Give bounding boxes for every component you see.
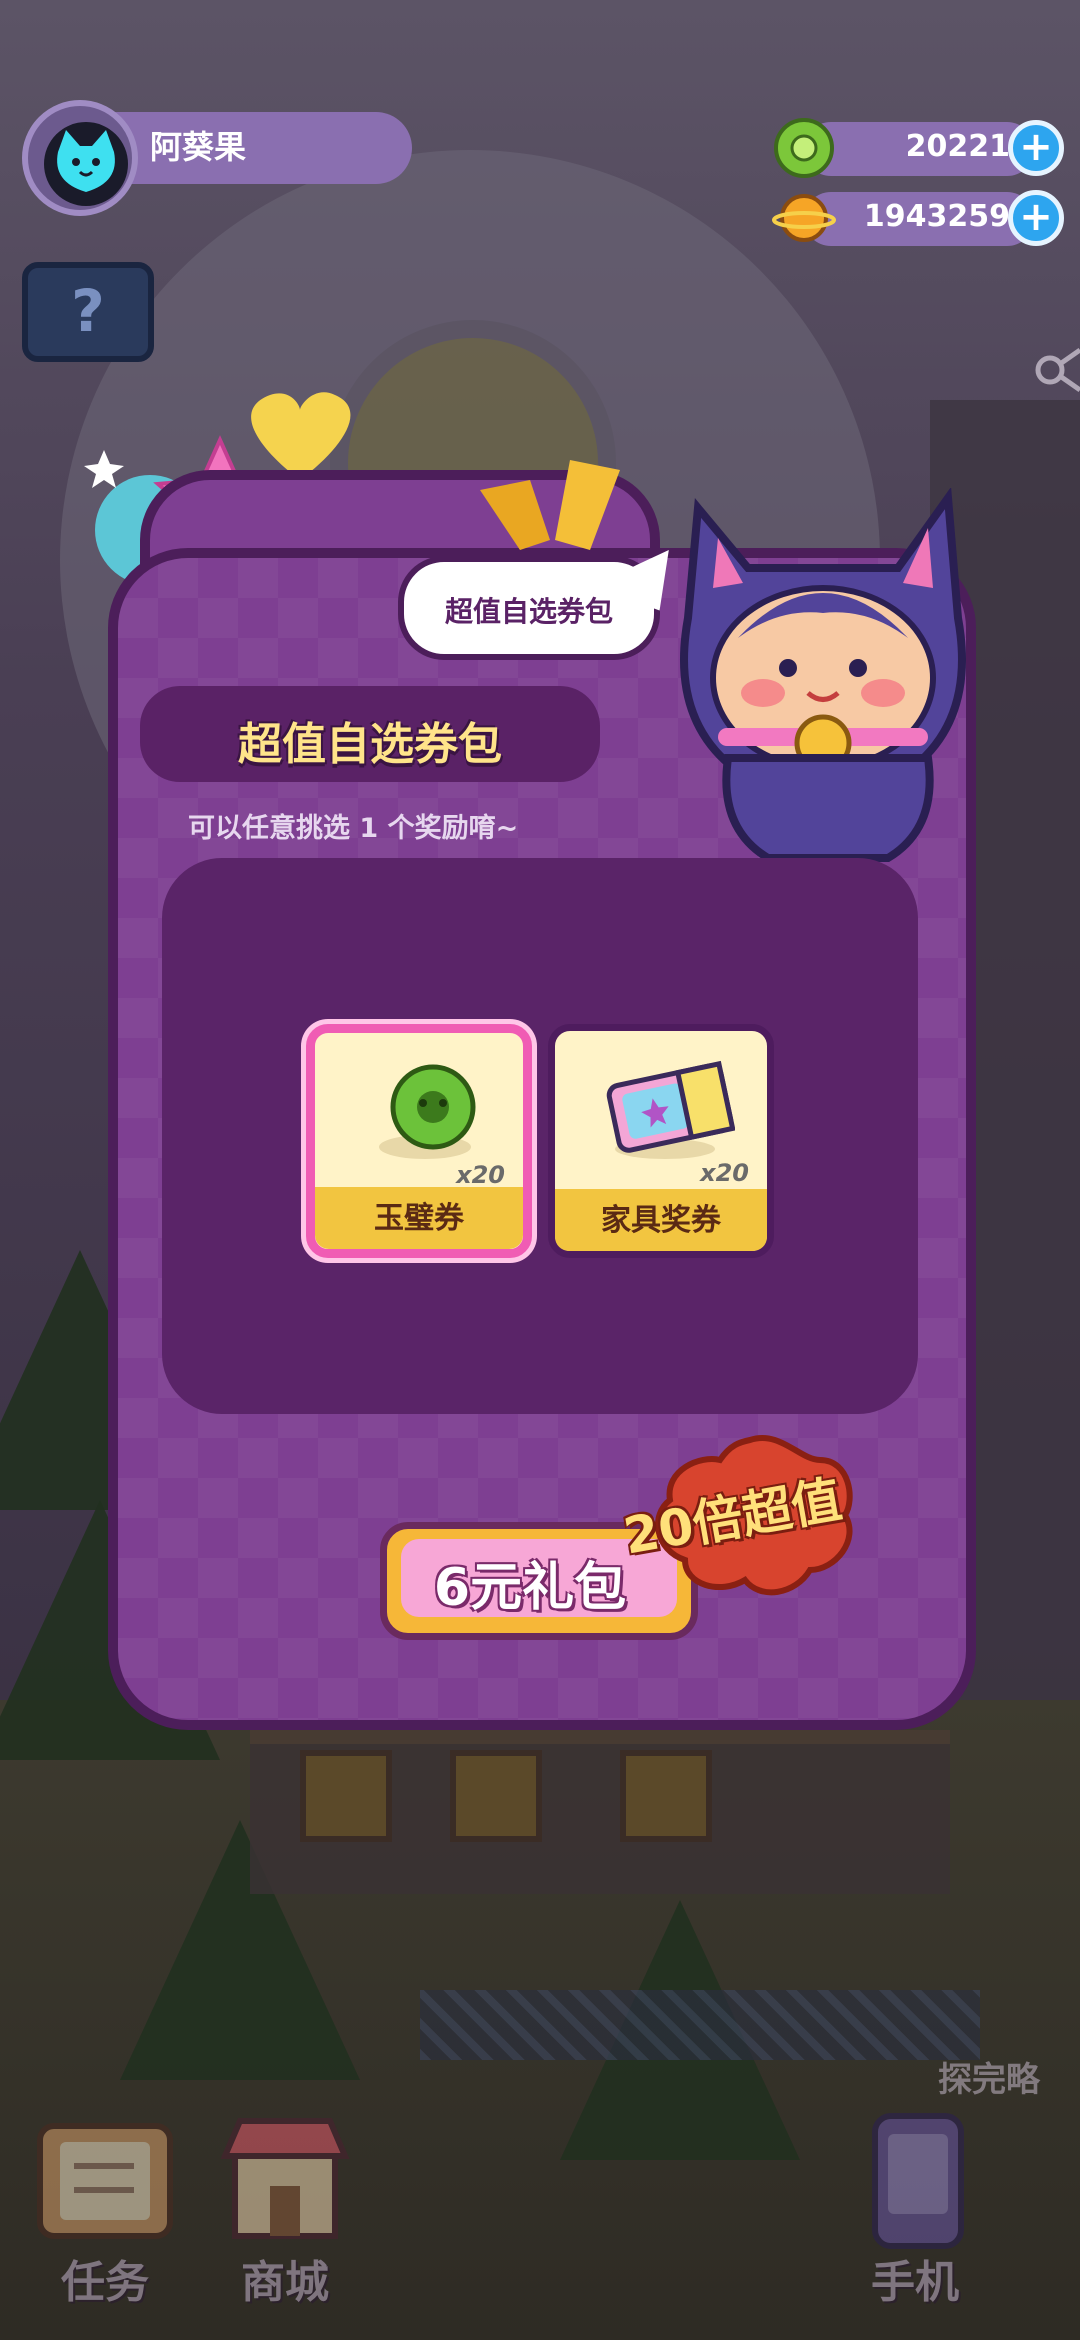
task-book-icon [37, 2123, 173, 2239]
popup-subtitle: 可以任意挑选 1 个奖励唷~ [188, 813, 519, 844]
nav-tasks[interactable]: 任务 [20, 2106, 190, 2326]
add-gold-button[interactable]: + [1008, 190, 1064, 246]
scene-fence [420, 1990, 980, 2060]
currency-value: 20221 [905, 129, 1010, 164]
mascot-cat-character [680, 488, 966, 862]
mystery-box-button[interactable]: ? [22, 262, 154, 362]
popup-title: 超值自选券包 [238, 719, 502, 770]
nav-shop[interactable]: 商城 [200, 2106, 370, 2326]
scissors-icon[interactable] [1030, 340, 1080, 420]
reward-option-jade-coupon[interactable]: x20 玉璧券 [306, 1024, 532, 1258]
nav-shop-label: 商城 [241, 2257, 329, 2308]
nav-tasks-label: 任务 [61, 2257, 149, 2308]
building-window [450, 1750, 542, 1842]
player-name: 阿葵果 [150, 128, 247, 166]
orange-planet-coin-icon [772, 194, 836, 242]
reward-option-furniture-ticket[interactable]: x20 家具奖券 [548, 1024, 774, 1258]
green-gear-coin-icon [774, 118, 834, 178]
furniture-ticket-icon [606, 1060, 735, 1159]
currency-jade: 20221 + [772, 116, 1068, 178]
nav-phone-label: 手机 [871, 2257, 959, 2308]
reward-label: 玉璧券 [374, 1201, 464, 1236]
player-profile[interactable]: 阿葵果 [22, 100, 412, 222]
shop-stall-icon [220, 2118, 350, 2239]
map-hint-label[interactable]: 探完略 [938, 2052, 1040, 2101]
building-window [300, 1750, 392, 1842]
building-window [620, 1750, 712, 1842]
reward-selection-area [162, 858, 918, 1414]
reward-label: 家具奖券 [601, 1203, 721, 1238]
currency-value: 1943259 [863, 199, 1010, 234]
avatar-frame[interactable] [22, 100, 138, 216]
cat-avatar-icon [57, 130, 115, 192]
currency-gold: 1943259 + [772, 186, 1068, 248]
phone-icon [872, 2113, 964, 2249]
speech-bubble-text: 超值自选券包 [444, 595, 613, 628]
reward-quantity: x20 [456, 1161, 505, 1189]
nav-phone[interactable]: 手机 [830, 2106, 1000, 2326]
reward-quantity: x20 [700, 1159, 749, 1187]
avatar [44, 122, 128, 206]
jade-coupon-icon [379, 1064, 476, 1159]
add-jade-button[interactable]: + [1008, 120, 1064, 176]
